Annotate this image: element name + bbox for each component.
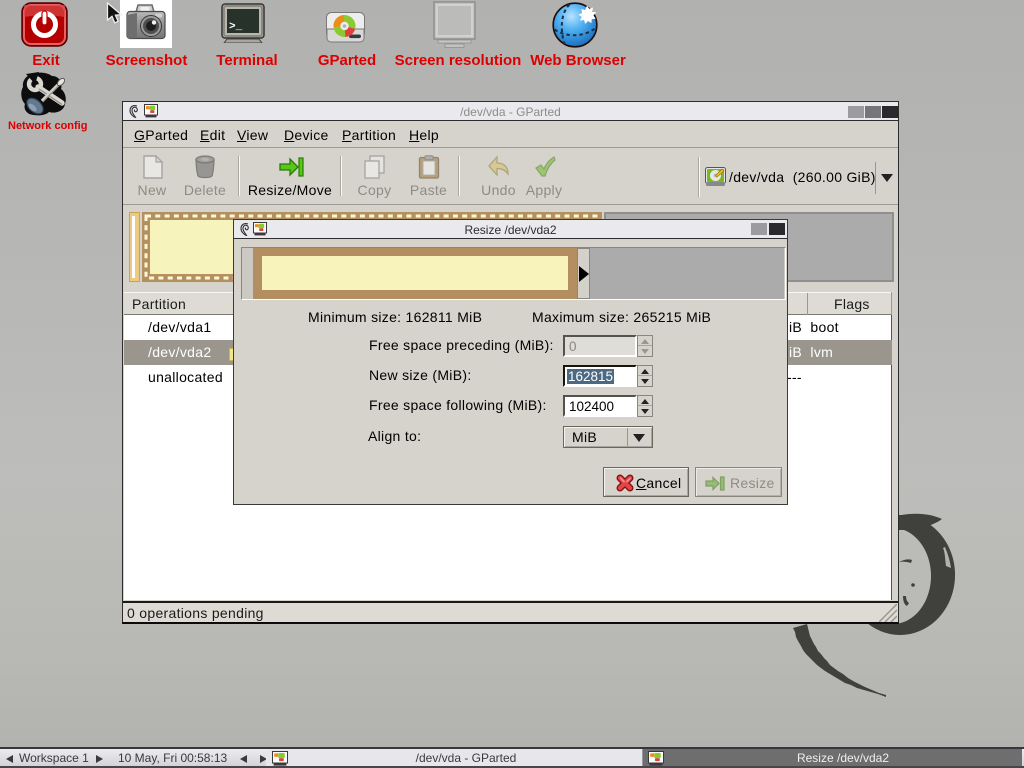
svg-text:>_: >_	[229, 21, 243, 33]
